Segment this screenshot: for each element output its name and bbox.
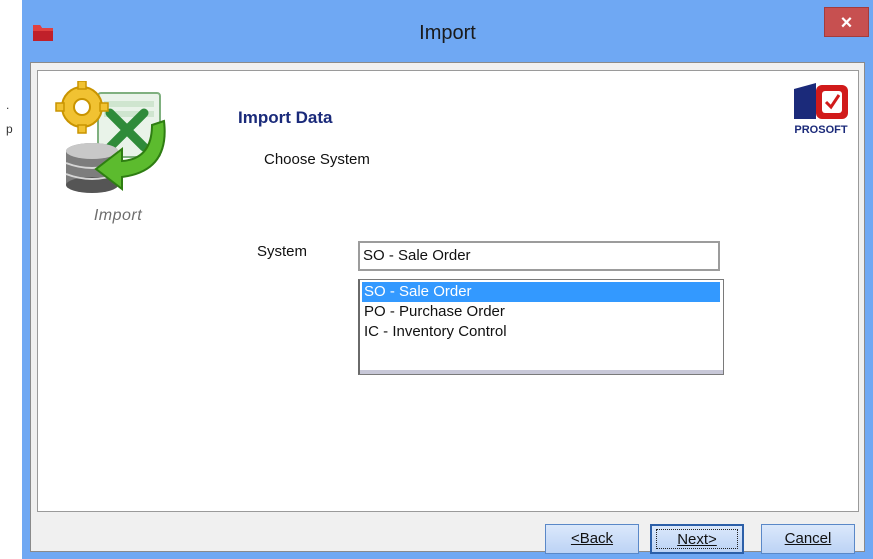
cancel-button[interactable]: Cancel (761, 524, 855, 554)
import-icon-label: Import (93, 207, 143, 224)
next-button[interactable]: Next> (650, 524, 744, 554)
dialog-client-area: Import Import Data Choose System PROSOFT… (30, 62, 865, 554)
system-label: System (257, 243, 308, 260)
system-options-list[interactable]: SO - Sale Order PO - Purchase Order IC -… (358, 279, 724, 375)
list-bottom-edge (360, 370, 723, 374)
page-heading: Import Data (238, 108, 333, 127)
list-item-po[interactable]: PO - Purchase Order (362, 302, 720, 322)
background-window-strip: . p (0, 0, 22, 559)
content-panel: Import Import Data Choose System PROSOFT… (37, 70, 859, 512)
back-button-label: <Back (570, 530, 614, 547)
close-button[interactable]: × (824, 7, 869, 37)
page-subheading: Choose System (264, 151, 370, 168)
import-dialog: Import × Import Import Data Choose Syste… (22, 0, 873, 559)
focus-rectangle (656, 529, 738, 549)
prosoft-logo: PROSOFT (794, 83, 848, 136)
window-title: Import (419, 22, 476, 44)
back-button[interactable]: <Back (545, 524, 639, 554)
import-gear-excel-database-icon (55, 81, 166, 193)
background-text: . (6, 98, 10, 112)
system-combobox[interactable]: SO - Sale Order (358, 241, 720, 271)
list-item-ic[interactable]: IC - Inventory Control (362, 322, 720, 342)
prosoft-logo-text: PROSOFT (794, 124, 847, 136)
background-text: p (6, 122, 13, 136)
list-item-so[interactable]: SO - Sale Order (362, 282, 720, 302)
title-bar[interactable]: Import × (22, 0, 873, 62)
cancel-button-label: Cancel (784, 530, 832, 547)
